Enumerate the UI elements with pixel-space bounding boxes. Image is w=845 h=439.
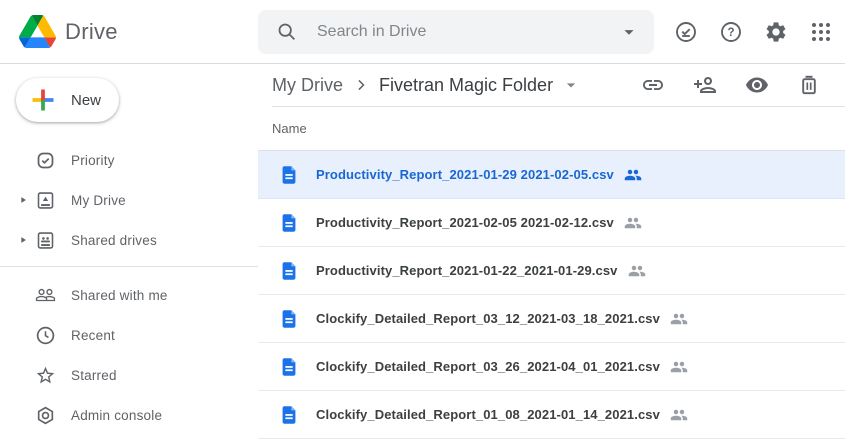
- plus-icon: [29, 86, 57, 114]
- name-column-header[interactable]: Name: [258, 107, 845, 151]
- new-button-label: New: [71, 92, 101, 109]
- file-row[interactable]: Productivity_Report_2021-02-05 2021-02-1…: [258, 199, 845, 247]
- file-row[interactable]: Clockify_Detailed_Report_03_12_2021-03_1…: [258, 295, 845, 343]
- search-bar[interactable]: [258, 10, 654, 54]
- delete-trash-icon[interactable]: [797, 73, 821, 97]
- expand-arrow-icon[interactable]: [10, 235, 35, 245]
- drive-logo-area[interactable]: Drive: [0, 15, 258, 48]
- shared-people-icon: [624, 166, 642, 184]
- csv-file-icon: [278, 356, 300, 378]
- shared-with-me-icon: [35, 284, 56, 306]
- expand-arrow-icon[interactable]: [10, 195, 35, 205]
- file-action-toolbar: [641, 73, 821, 97]
- csv-file-icon: [278, 404, 300, 426]
- main-panel: My Drive Fivetran Magic Folder: [258, 64, 845, 439]
- header-actions: ?: [654, 20, 845, 44]
- search-options-caret-icon[interactable]: [618, 21, 640, 43]
- sidebar-item-priority[interactable]: Priority: [0, 140, 258, 180]
- shared-drives-icon: [35, 230, 56, 251]
- search-input[interactable]: [317, 23, 618, 41]
- shared-people-icon: [670, 310, 688, 328]
- file-list: Productivity_Report_2021-01-29 2021-02-0…: [258, 151, 845, 439]
- priority-icon: [35, 150, 56, 171]
- apps-grid-icon[interactable]: [809, 20, 833, 44]
- shared-people-icon: [670, 358, 688, 376]
- help-icon[interactable]: ?: [719, 20, 743, 44]
- shared-people-icon: [628, 262, 646, 280]
- share-person-add-icon[interactable]: [693, 73, 717, 97]
- get-link-icon[interactable]: [641, 73, 665, 97]
- breadcrumb-current-folder[interactable]: Fivetran Magic Folder: [379, 75, 553, 96]
- offline-status-icon[interactable]: [674, 20, 698, 44]
- csv-file-icon: [278, 212, 300, 234]
- app-title: Drive: [65, 19, 118, 45]
- file-row[interactable]: Productivity_Report_2021-01-22_2021-01-2…: [258, 247, 845, 295]
- preview-eye-icon[interactable]: [745, 73, 769, 97]
- breadcrumb-parent[interactable]: My Drive: [272, 75, 343, 96]
- folder-menu-caret-icon[interactable]: [561, 75, 581, 95]
- file-name: Productivity_Report_2021-02-05 2021-02-1…: [316, 215, 614, 230]
- csv-file-icon: [278, 260, 300, 282]
- file-name: Clockify_Detailed_Report_03_26_2021-04_0…: [316, 359, 660, 374]
- file-row[interactable]: Productivity_Report_2021-01-29 2021-02-0…: [258, 151, 845, 199]
- google-drive-logo-icon: [19, 15, 56, 48]
- sidebar-item-shared-with-me[interactable]: Shared with me: [0, 275, 258, 315]
- svg-text:?: ?: [727, 27, 734, 39]
- sidebar-nav: Priority My Drive: [0, 140, 258, 435]
- sidebar-divider: [0, 266, 258, 267]
- sidebar-item-recent[interactable]: Recent: [0, 315, 258, 355]
- search-icon[interactable]: [276, 21, 297, 42]
- top-app-bar: Drive ?: [0, 0, 845, 64]
- new-button[interactable]: New: [16, 78, 119, 122]
- file-name: Clockify_Detailed_Report_01_08_2021-01_1…: [316, 407, 660, 422]
- file-name: Clockify_Detailed_Report_03_12_2021-03_1…: [316, 311, 660, 326]
- sidebar: New Priority: [0, 64, 258, 439]
- file-name: Productivity_Report_2021-01-22_2021-01-2…: [316, 263, 618, 278]
- admin-console-icon: [35, 405, 56, 426]
- settings-icon[interactable]: [764, 20, 788, 44]
- shared-people-icon: [670, 406, 688, 424]
- my-drive-icon: [35, 190, 56, 211]
- csv-file-icon: [278, 164, 300, 186]
- sidebar-item-starred[interactable]: Starred: [0, 355, 258, 395]
- breadcrumb: My Drive Fivetran Magic Folder: [272, 64, 845, 107]
- file-name: Productivity_Report_2021-01-29 2021-02-0…: [316, 167, 614, 182]
- recent-icon: [35, 325, 56, 346]
- csv-file-icon: [278, 308, 300, 330]
- sidebar-item-admin-console[interactable]: Admin console: [0, 395, 258, 435]
- sidebar-item-my-drive[interactable]: My Drive: [0, 180, 258, 220]
- chevron-right-icon: [351, 75, 371, 95]
- shared-people-icon: [624, 214, 642, 232]
- sidebar-item-shared-drives[interactable]: Shared drives: [0, 220, 258, 260]
- starred-icon: [35, 365, 56, 386]
- file-row[interactable]: Clockify_Detailed_Report_03_26_2021-04_0…: [258, 343, 845, 391]
- file-row[interactable]: Clockify_Detailed_Report_01_08_2021-01_1…: [258, 391, 845, 439]
